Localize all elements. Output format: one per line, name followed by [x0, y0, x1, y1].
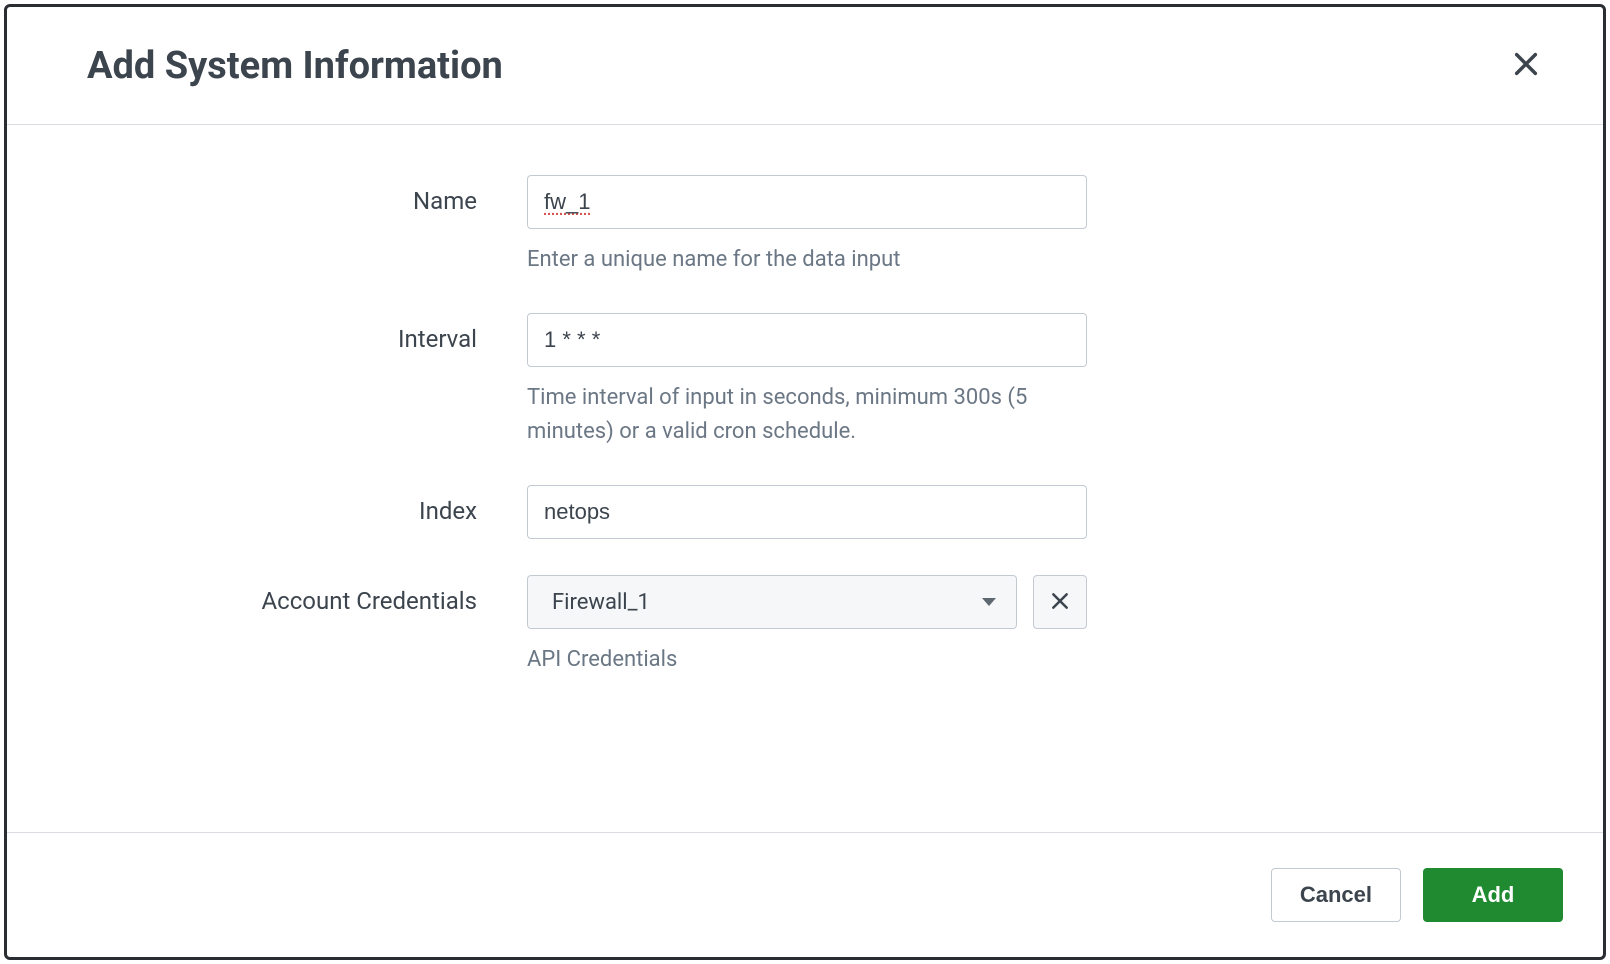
account-select-value: Firewall_1 — [552, 590, 650, 615]
form-row-index: Index — [87, 485, 1523, 539]
modal-header: Add System Information — [7, 7, 1603, 125]
modal-body: Name Enter a unique name for the data in… — [7, 125, 1603, 832]
name-label: Name — [87, 175, 527, 215]
clear-account-button[interactable] — [1033, 575, 1087, 629]
form-row-interval: Interval Time interval of input in secon… — [87, 313, 1523, 449]
close-icon — [1512, 66, 1540, 81]
interval-label: Interval — [87, 313, 527, 353]
caret-down-icon — [982, 597, 996, 607]
form-row-account: Account Credentials Firewall_1 — [87, 575, 1523, 677]
index-input[interactable] — [527, 485, 1087, 539]
form-row-name: Name Enter a unique name for the data in… — [87, 175, 1523, 277]
name-help-text: Enter a unique name for the data input — [527, 243, 1087, 277]
close-icon — [1050, 591, 1070, 614]
name-input[interactable] — [527, 175, 1087, 229]
index-control — [527, 485, 1087, 539]
name-control: Enter a unique name for the data input — [527, 175, 1087, 277]
close-button[interactable] — [1504, 42, 1548, 89]
index-label: Index — [87, 485, 527, 525]
add-button[interactable]: Add — [1423, 868, 1563, 922]
account-label: Account Credentials — [87, 575, 527, 615]
account-select-row: Firewall_1 — [527, 575, 1087, 629]
add-system-information-modal: Add System Information Name Enter a uniq… — [4, 4, 1606, 960]
cancel-button[interactable]: Cancel — [1271, 868, 1401, 922]
interval-control: Time interval of input in seconds, minim… — [527, 313, 1087, 449]
interval-help-text: Time interval of input in seconds, minim… — [527, 381, 1087, 449]
modal-footer: Cancel Add — [7, 832, 1603, 957]
account-credentials-select[interactable]: Firewall_1 — [527, 575, 1017, 629]
modal-title: Add System Information — [87, 44, 503, 88]
account-help-text: API Credentials — [527, 643, 1087, 677]
interval-input[interactable] — [527, 313, 1087, 367]
account-control: Firewall_1 — [527, 575, 1087, 677]
